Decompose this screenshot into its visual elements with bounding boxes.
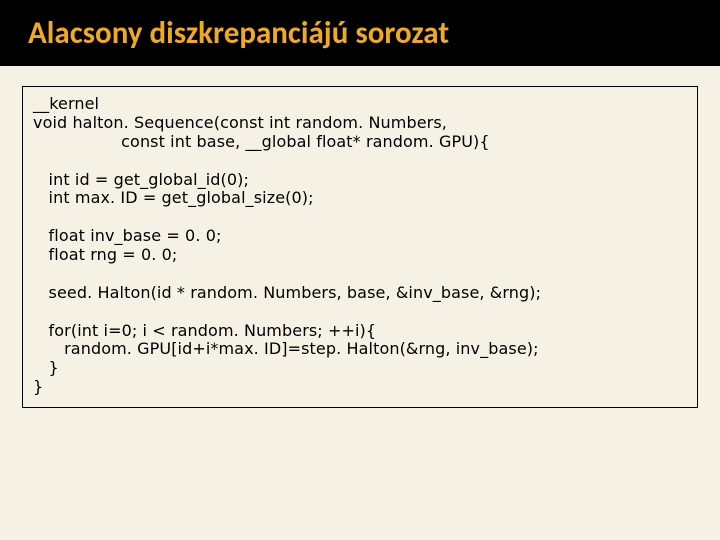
slide: Alacsony diszkrepanciájú sorozat __kerne… xyxy=(0,0,720,540)
code-block: __kernel void halton. Sequence(const int… xyxy=(33,95,687,397)
title-bar: Alacsony diszkrepanciájú sorozat xyxy=(0,0,720,66)
code-box: __kernel void halton. Sequence(const int… xyxy=(22,86,698,408)
slide-title: Alacsony diszkrepanciájú sorozat xyxy=(28,14,720,52)
